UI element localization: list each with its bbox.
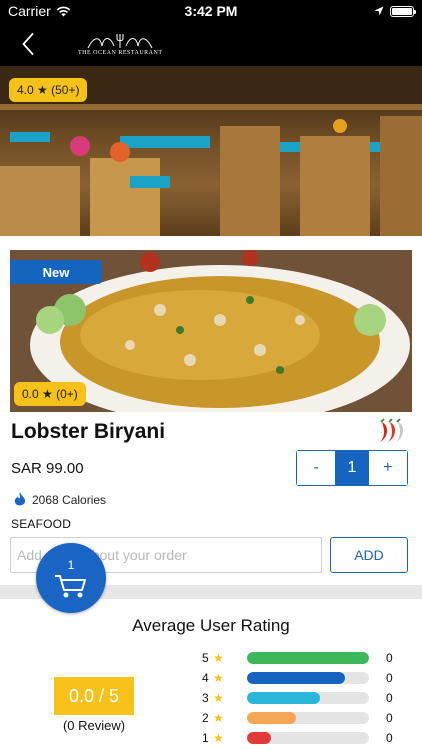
flame-icon <box>14 492 26 506</box>
star-icon: ★ <box>213 691 224 705</box>
dish-category: SEAFOOD <box>11 517 72 531</box>
rating-row: 3 ★ 0 <box>202 688 402 708</box>
calories-info: 2068 Calories <box>14 492 106 507</box>
add-button[interactable]: ADD <box>330 537 408 573</box>
star-icon: ★ <box>213 671 224 685</box>
rating-row: 2 ★ 0 <box>202 708 402 728</box>
rating-star-label: 1 <box>202 731 209 745</box>
status-time: 3:42 PM <box>184 3 238 19</box>
rating-bar-track <box>247 652 369 664</box>
status-bar: Carrier 3:42 PM <box>0 0 422 22</box>
chili-pepper-icon <box>380 418 404 442</box>
quantity-stepper: - 1 + <box>296 450 408 486</box>
logo-text: THE OCEAN RESTAURANT <box>78 50 163 56</box>
rating-distribution: 5 ★ 0 4 ★ 0 3 ★ 0 2 ★ 0 1 ★ 0 <box>202 648 402 748</box>
decrease-quantity-button[interactable]: - <box>297 451 336 485</box>
dish-price: SAR 99.00 <box>11 460 84 477</box>
calories-text: 2068 Calories <box>32 492 107 507</box>
rating-row: 1 ★ 0 <box>202 728 402 748</box>
cart-button[interactable]: 1 <box>36 543 106 613</box>
new-badge: New <box>10 260 102 284</box>
rating-bar-fill <box>247 712 296 724</box>
rating-count: 0 <box>386 711 393 725</box>
cart-icon <box>55 574 86 597</box>
restaurant-logo: THE OCEAN RESTAURANT <box>78 32 163 56</box>
restaurant-hero-image: 4.0 ★ (50+) <box>0 66 422 236</box>
ocean-logo-icon <box>87 34 153 49</box>
rating-count: 0 <box>386 691 393 705</box>
rating-bar-fill <box>247 652 369 664</box>
rating-count: 0 <box>386 731 393 745</box>
increase-quantity-button[interactable]: + <box>368 451 407 485</box>
rating-star-label: 3 <box>202 691 209 705</box>
cart-count: 1 <box>67 557 75 572</box>
rating-section-title: Average User Rating <box>132 616 290 635</box>
rating-row: 4 ★ 0 <box>202 668 402 688</box>
dish-image: New 0.0 ★ (0+) <box>10 250 412 412</box>
rating-bar-track <box>247 712 369 724</box>
navigation-bar: THE OCEAN RESTAURANT <box>0 22 422 66</box>
rating-bar-fill <box>247 672 345 684</box>
chevron-left-icon <box>22 33 34 55</box>
app-screen: Carrier 3:42 PM THE OCEAN RESTAURANT 4.0… <box>0 0 422 750</box>
rating-count: 0 <box>386 651 393 665</box>
rating-star-label: 4 <box>202 671 209 685</box>
rating-star-label: 2 <box>202 711 209 725</box>
star-icon: ★ <box>213 651 224 665</box>
star-icon: ★ <box>213 711 224 725</box>
rating-bar-track <box>247 672 369 684</box>
rating-row: 5 ★ 0 <box>202 648 402 668</box>
rating-star-label: 5 <box>202 651 209 665</box>
quantity-value: 1 <box>335 451 369 485</box>
average-rating-box: 0.0 / 5 <box>54 677 134 715</box>
review-count: (0 Review) <box>62 718 126 733</box>
rating-bar-track <box>247 692 369 704</box>
rating-bar-fill <box>247 692 321 704</box>
star-icon: ★ <box>213 731 224 745</box>
restaurant-rating-badge: 4.0 ★ (50+) <box>9 78 88 102</box>
battery-icon <box>390 5 416 17</box>
dish-name: Lobster Biryani <box>11 420 166 443</box>
dish-rating-badge: 0.0 ★ (0+) <box>14 382 86 406</box>
rating-bar-fill <box>247 732 272 744</box>
rating-count: 0 <box>386 671 393 685</box>
rating-bar-track <box>247 732 369 744</box>
back-button[interactable] <box>0 22 56 66</box>
